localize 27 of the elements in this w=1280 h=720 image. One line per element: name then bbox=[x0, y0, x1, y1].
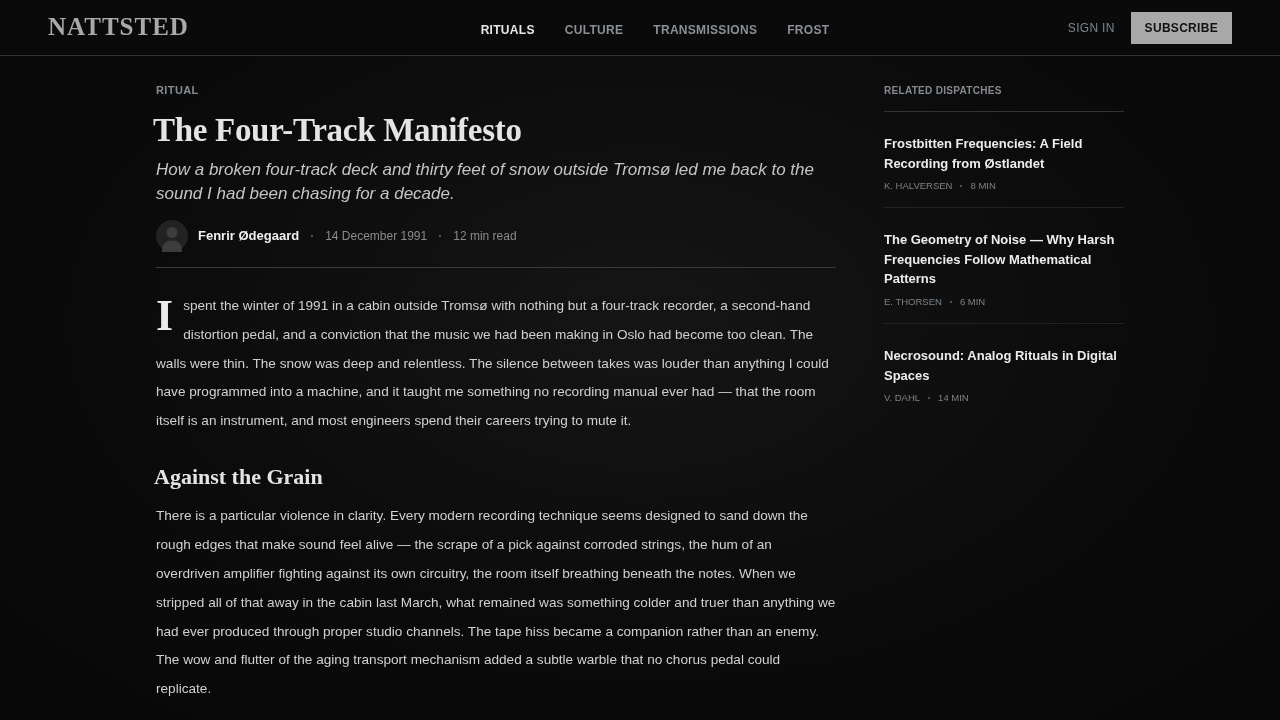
related-article-link[interactable]: Necrosound: Analog Rituals in Digital Spaces bbox=[884, 346, 1124, 385]
sign-in-link[interactable]: SIGN IN bbox=[1067, 18, 1115, 37]
nav-link-tab[interactable]: TRANSMISSIONS bbox=[653, 20, 758, 39]
article-author: E. THORSEN bbox=[884, 294, 942, 309]
body-paragraph: I spent the winter of 1991 in a cabin outside Tromsø with nothing but a four-track recorder, a second-hand distortion pedal, and a conviction that the music we had been making in Oslo had become too clean. The walls were thin. The snow was deep and relentless. The silence between takes was louder than anything I could have programmed into a machine, and it taught me something no recording manual ever had — that the room itself is an instrument, and most engineers spend their careers trying to mute it. bbox=[156, 292, 830, 431]
related-article-link[interactable]: Frostbitten Frequencies: A Field Recording from Østlandet bbox=[884, 134, 1124, 173]
site-logo[interactable]: NATTSTED bbox=[48, 12, 189, 40]
nav-link-tab[interactable]: CULTURE bbox=[564, 20, 624, 39]
related-article-link[interactable]: The Geometry of Noise — Why Harsh Frequencies Follow Mathematical Patterns bbox=[884, 230, 1124, 289]
article-title: The Four-Track Manifesto bbox=[153, 110, 523, 150]
read-time: 12 min read bbox=[453, 228, 517, 246]
body-paragraph: There is a particular violence in clarity. Every modern recording technique seems designed to sand down the rough edges that make sound feel alive — the scrape of a pick against corroded strings, the hum of an overdriven amplifier fighting against its own circuitry, the room itself breathing beneath the notes. When we stripped all of that away in the cabin last March, what remained was something colder and truer than anything we had ever produced through proper studio channels. The tape hiss became a companion rather than an enemy. The wow and flutter of the aging transport mechanism added a subtle warble that no chorus pedal could replicate. bbox=[156, 507, 836, 699]
publish-date: 14 December 1991 bbox=[325, 228, 428, 246]
person-silhouette-icon bbox=[156, 220, 188, 253]
article-author: K. HALVERSEN bbox=[884, 179, 953, 193]
nav-link-tab[interactable]: FROST bbox=[787, 20, 830, 39]
category-label: RITUAL bbox=[156, 83, 200, 98]
author-name[interactable]: Fenrir Ødegaard bbox=[198, 226, 300, 246]
article-subtitle: How a broken four-track deck and thirty feet of snow outside Tromsø led me back to the sound I had been chasing for a decade. bbox=[156, 159, 815, 206]
article-author: V. DAHL bbox=[884, 391, 921, 405]
subscribe-button[interactable]: SUBSCRIBE bbox=[1130, 11, 1232, 44]
read-time: 14 MIN bbox=[938, 391, 969, 405]
nav-link-tab[interactable]: RITUALS bbox=[480, 20, 535, 39]
read-time: 6 MIN bbox=[959, 294, 986, 309]
section-heading: Against the Grain bbox=[154, 464, 324, 491]
sidebar-heading: RELATED DISPATCHES bbox=[884, 83, 1124, 112]
read-time: 8 MIN bbox=[970, 179, 996, 193]
